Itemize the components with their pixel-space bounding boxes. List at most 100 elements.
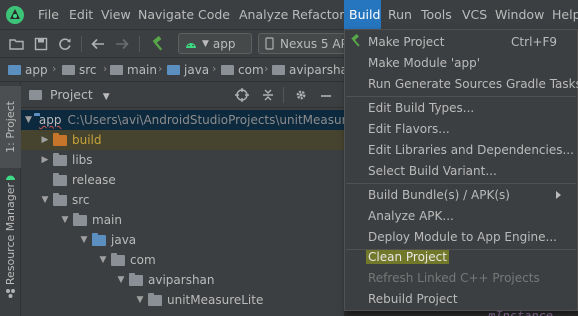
menu-code[interactable]: Code (194, 0, 234, 30)
tree-node-app[interactable]: ▼ app C:\Users\avi\AndroidStudioProjects… (21, 110, 344, 130)
menu-item-make-project[interactable]: Make Project Ctrl+F9 (345, 31, 577, 52)
breadcrumb-label: java (184, 63, 210, 77)
project-tree: ▼ app C:\Users\avi\AndroidStudioProjects… (21, 108, 344, 316)
tree-node-label: com (130, 253, 156, 267)
submenu-arrow-icon (556, 190, 561, 199)
sync-icon[interactable] (56, 35, 74, 53)
breadcrumb-item-com[interactable]: com (221, 58, 264, 82)
menu-build[interactable]: Build (344, 0, 381, 30)
resource-icon (5, 288, 16, 302)
chevron-right-icon: › (158, 62, 163, 75)
target-icon[interactable] (233, 86, 251, 104)
tree-node-path: C:\Users\avi\AndroidStudioProjects\unitM… (67, 113, 344, 127)
device-select[interactable]: Nexus 5 AP (258, 33, 346, 54)
folder-icon (110, 65, 123, 75)
tree-node-label: app (38, 113, 62, 127)
back-arrow-icon[interactable] (89, 35, 107, 53)
android-studio-logo-icon (4, 4, 26, 26)
menu-item-label: Deploy Module to App Engine... (368, 229, 557, 244)
tree-node-label: build (72, 133, 102, 147)
tab-project[interactable]: 1: Project (0, 86, 21, 168)
menu-item-refresh-linked-cpp[interactable]: Refresh Linked C++ Projects (345, 267, 577, 288)
tree-node-main[interactable]: ▼ main (21, 210, 344, 230)
chevron-down-icon: ▼ (202, 38, 209, 49)
tree-node-unitmeasurelite[interactable]: ▼ unitMeasureLite (21, 290, 344, 310)
project-panel-header: Project ▼ (21, 82, 344, 108)
breadcrumb-item-aviparsha[interactable]: aviparsha (272, 58, 348, 82)
project-panel-title: Project (50, 87, 93, 102)
menu-item-make-module[interactable]: Make Module 'app' (345, 52, 577, 73)
menu-item-label: Edit Build Types... (368, 100, 475, 115)
minimize-icon[interactable] (317, 86, 335, 104)
menu-item-label: Select Build Variant... (368, 163, 497, 178)
tree-node-java[interactable]: ▼ java (21, 230, 344, 250)
menu-item-select-build-variant[interactable]: Select Build Variant... (345, 160, 577, 181)
folder-icon (221, 65, 234, 75)
menu-item-label: Edit Libraries and Dependencies... (368, 142, 574, 157)
folder-icon (53, 132, 67, 146)
menu-item-edit-flavors[interactable]: Edit Flavors... (345, 118, 577, 139)
breadcrumb-item-main[interactable]: main (110, 58, 157, 82)
menu-refactor[interactable]: Refactor (288, 0, 348, 30)
folder-icon (53, 152, 67, 166)
menu-view[interactable]: View (97, 0, 135, 30)
menu-item-label: Clean Project (366, 249, 449, 264)
tree-node-label: aviparshan (148, 273, 215, 287)
menu-item-build-bundles[interactable]: Build Bundle(s) / APK(s) (345, 184, 577, 205)
tree-node-com[interactable]: ▼ com (21, 250, 344, 270)
run-config-select[interactable]: ▼ app (178, 33, 252, 54)
menu-item-clean-project[interactable]: Clean Project (345, 246, 577, 267)
gear-icon[interactable] (292, 86, 310, 104)
tree-node-build[interactable]: ▶ build (21, 130, 344, 150)
menu-item-label: Edit Flavors... (368, 121, 450, 136)
menu-item-shortcut: Ctrl+F9 (511, 34, 557, 49)
folder-icon (8, 65, 21, 75)
chevron-down-icon: ▼ (117, 275, 125, 285)
tab-resource-manager[interactable]: Resource Manager (0, 182, 21, 287)
menu-run[interactable]: Run (384, 0, 416, 30)
tree-node-label: main (92, 213, 122, 227)
menu-item-rebuild-project[interactable]: Rebuild Project (345, 288, 577, 309)
collapse-icon[interactable] (259, 86, 277, 104)
breadcrumb-item-app[interactable]: app (8, 58, 48, 82)
menu-item-deploy-module[interactable]: Deploy Module to App Engine... (345, 226, 577, 247)
menu-file[interactable]: File (34, 0, 63, 30)
tree-node-src[interactable]: ▼ src (21, 190, 344, 210)
breadcrumb-label: main (127, 63, 157, 77)
tree-node-libs[interactable]: ▶ libs (21, 150, 344, 170)
menu-item-label: Analyze APK... (368, 208, 454, 223)
folder-open-icon[interactable] (8, 35, 26, 53)
menu-tools[interactable]: Tools (417, 0, 456, 30)
breadcrumb-item-java[interactable]: java (167, 58, 209, 82)
menu-vcs[interactable]: VCS (458, 0, 491, 30)
forward-arrow-icon[interactable] (113, 35, 131, 53)
breadcrumb-item-src[interactable]: src (62, 58, 97, 82)
package-icon (129, 272, 143, 286)
hammer-icon[interactable] (149, 35, 167, 53)
menu-item-label: Make Module 'app' (368, 55, 481, 70)
left-tool-strip: 1: Project Resource Manager (0, 82, 21, 316)
folder-icon (272, 65, 285, 75)
tree-node-label: libs (72, 153, 93, 167)
menu-help[interactable]: Help (548, 0, 578, 30)
menu-item-edit-libraries[interactable]: Edit Libraries and Dependencies... (345, 139, 577, 160)
menu-item-run-generate-sources[interactable]: Run Generate Sources Gradle Tasks (345, 73, 578, 94)
tab-resource-manager-label: Resource Manager (4, 183, 17, 286)
tree-node-label: unitMeasureLite (167, 293, 264, 307)
menu-item-analyze-apk[interactable]: Analyze APK... (345, 205, 577, 226)
tree-node-release[interactable]: release (21, 170, 344, 190)
menu-window[interactable]: Window (491, 0, 548, 30)
chevron-right-icon: › (52, 62, 57, 75)
menu-navigate[interactable]: Navigate (134, 0, 198, 30)
tab-project-label: 1: Project (4, 101, 17, 153)
hammer-icon (349, 33, 363, 51)
breadcrumb-label: app (25, 63, 48, 77)
tree-node-aviparshan[interactable]: ▼ aviparshan (21, 270, 344, 290)
menu-item-edit-build-types[interactable]: Edit Build Types... (345, 97, 577, 118)
save-icon[interactable] (32, 35, 50, 53)
tree-node-label: java (111, 233, 137, 247)
menu-analyze[interactable]: Analyze (235, 0, 292, 30)
project-view-select[interactable]: Project ▼ (50, 82, 110, 108)
menu-edit[interactable]: Edit (65, 0, 97, 30)
run-config-label: app (212, 36, 236, 51)
